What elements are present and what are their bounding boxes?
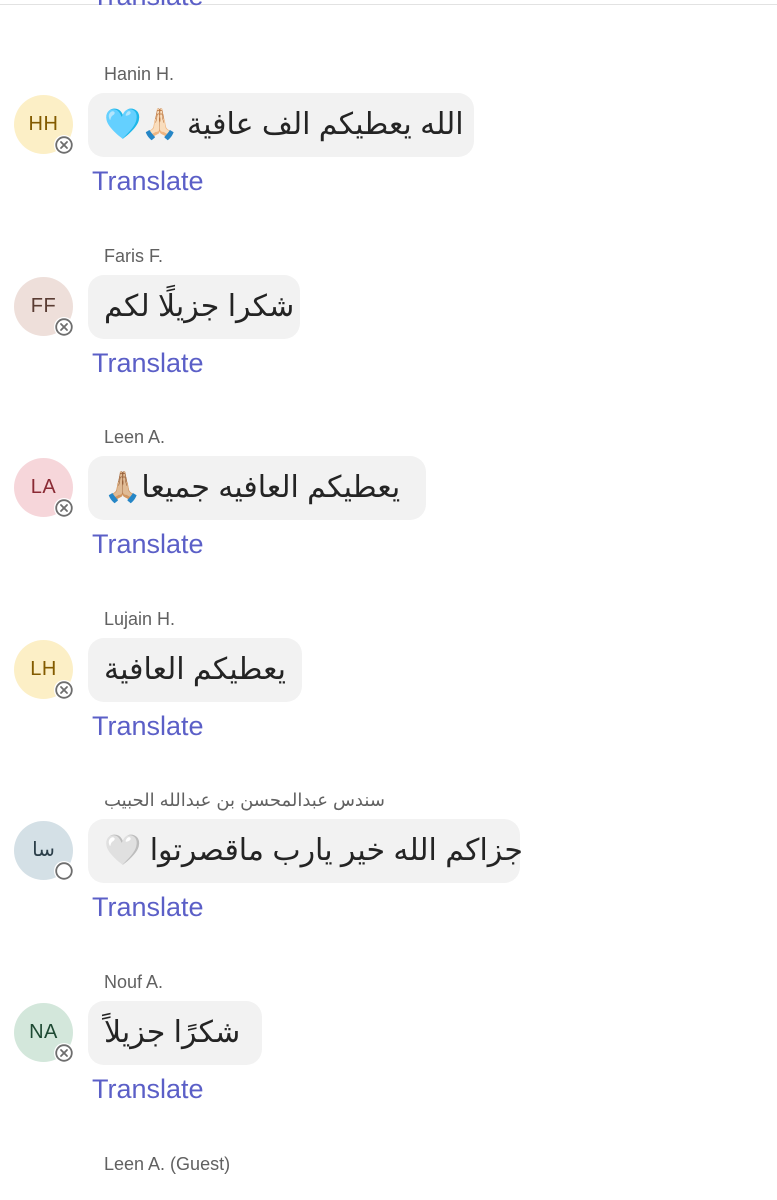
message-item: Nouf A. NA شكرًا جزيلاً Translate [0,971,777,1152]
avatar[interactable]: سا [14,821,74,881]
sender-name: Hanin H. [104,64,175,84]
unavailable-status-icon [54,317,74,337]
message-bubble[interactable]: يعطيكم العافيه جميعا🙏🏼 [88,456,426,520]
offline-status-icon [54,861,74,881]
sender-name: Nouf A. [104,972,164,992]
sender-name: Faris F. [104,246,164,266]
avatar[interactable]: NA [14,1003,74,1063]
message-item: سندس عبدالمحسن بن عبدالله الحبيب سا جزاكم … [0,789,777,970]
avatar[interactable]: LA [14,458,74,518]
message-bubble[interactable]: شكرا جزيلًا لكم [88,275,300,339]
translate-link[interactable]: Translate [92,165,204,197]
unavailable-status-icon [54,1043,74,1063]
translate-link[interactable]: Translate [92,710,204,742]
message-item: Lujain H. LH يعطيكم العافية Translate [0,608,777,789]
message-text: شكرا جزيلًا لكم [104,290,295,323]
message-bubble[interactable]: يعطيكم العافية [88,638,302,702]
message-bubble[interactable]: جزاكم الله خير يارب ماقصرتوا 🤍 [88,819,523,883]
message-text: جزاكم الله خير يارب ماقصرتوا 🤍 [104,834,523,867]
sender-name: Lujain H. [104,609,176,629]
message-bubble[interactable]: الله يعطيكم الف عافية 🙏🏻🩵 [88,93,474,157]
avatar[interactable]: FF [14,277,74,337]
unavailable-status-icon [54,680,74,700]
translate-link[interactable]: Translate [92,347,204,379]
message-text: يعطيكم العافية [104,653,286,686]
message-item: Hanin H. HH الله يعطيكم الف عافية 🙏🏻🩵 Trans… [0,63,777,244]
translate-link[interactable]: Translate [92,0,204,12]
message-item: Leen A. LA يعطيكم العافيه جميعا🙏🏼 Translate [0,426,777,607]
message-bubble[interactable]: شكرًا جزيلاً [88,1001,262,1065]
avatar[interactable]: LH [14,640,74,700]
chat-page: Translate Hanin H. HH الله يعطيكم الف عافي… [0,0,777,1200]
sender-name: Leen A. [104,427,166,447]
message-text: يعطيكم العافيه جميعا🙏🏼 [104,471,401,504]
message-text: الله يعطيكم الف عافية 🙏🏻🩵 [104,108,464,141]
sender-name: سندس عبدالمحسن بن عبدالله الحبيب [104,790,385,810]
unavailable-status-icon [54,135,74,155]
sender-name: Leen A. (Guest) [104,1154,231,1174]
avatar[interactable]: HH [14,95,74,155]
message-item: Faris F. FF شكرا جزيلًا لكم Translate [0,245,777,426]
message-text: شكرًا جزيلاً [104,1016,241,1049]
unavailable-status-icon [54,498,74,518]
translate-link[interactable]: Translate [92,528,204,560]
translate-link[interactable]: Translate [92,891,204,923]
translate-link[interactable]: Translate [92,1073,204,1105]
